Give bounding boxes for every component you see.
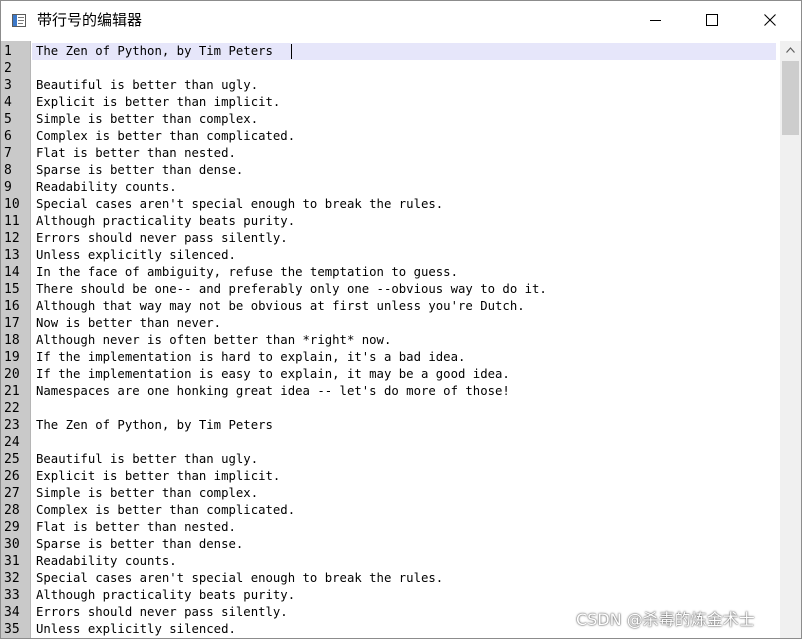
- line-number: 25: [4, 452, 20, 467]
- line-number-gutter: 1 2 3 4 5 6 7 8 9 10 11 12 13 14 15 16 17 18 19 20 21 22 23 24 2…: [1, 41, 31, 638]
- maximize-icon: [706, 14, 718, 26]
- line-number: 2: [4, 61, 12, 76]
- line-number: 5: [4, 112, 12, 127]
- line-number: 12: [4, 231, 20, 246]
- title-bar[interactable]: 带行号的编辑器: [1, 1, 801, 39]
- line-number: 14: [4, 265, 20, 280]
- line-number: 29: [4, 520, 20, 535]
- line-number: 3: [4, 78, 12, 93]
- code-line[interactable]: Beautiful is better than ugly.: [36, 77, 258, 94]
- code-line[interactable]: In the face of ambiguity, refuse the tem…: [36, 264, 458, 281]
- line-number: 7: [4, 146, 12, 161]
- code-line[interactable]: If the implementation is hard to explain…: [36, 349, 465, 366]
- line-number: 16: [4, 299, 20, 314]
- line-number: 24: [4, 435, 20, 450]
- code-line[interactable]: Now is better than never.: [36, 315, 221, 332]
- minimize-icon: [650, 20, 661, 21]
- line-number: 20: [4, 367, 20, 382]
- line-number: 9: [4, 180, 12, 195]
- line-number: 30: [4, 537, 20, 552]
- watermark: CSDN @杀毒的炼金术士: [576, 610, 755, 629]
- code-line[interactable]: Complex is better than complicated.: [36, 128, 295, 145]
- code-line[interactable]: Errors should never pass silently.: [36, 604, 288, 621]
- code-line[interactable]: There should be one-- and preferably onl…: [36, 281, 547, 298]
- vertical-scrollbar[interactable]: [780, 41, 801, 638]
- line-number: 22: [4, 401, 20, 416]
- line-number: 6: [4, 129, 12, 144]
- code-line[interactable]: Special cases aren't special enough to b…: [36, 196, 443, 213]
- code-line[interactable]: Readability counts.: [36, 553, 177, 570]
- code-line[interactable]: Beautiful is better than ugly.: [36, 451, 258, 468]
- line-number: 33: [4, 588, 20, 603]
- line-number: 10: [4, 197, 20, 212]
- editor-window: 带行号的编辑器 1 2 3 4 5 6 7 8 9 10 11 12 13 14 15 16 17 18 19 20 2…: [0, 0, 802, 639]
- line-number: 21: [4, 384, 20, 399]
- code-line[interactable]: Namespaces are one honking great idea --…: [36, 383, 510, 400]
- line-number: 32: [4, 571, 20, 586]
- minimize-button[interactable]: [633, 1, 679, 39]
- chevron-up-icon: [786, 47, 795, 53]
- code-line[interactable]: Readability counts.: [36, 179, 177, 196]
- line-number: 34: [4, 605, 20, 620]
- code-line[interactable]: Although practicality beats purity.: [36, 213, 295, 230]
- code-line[interactable]: The Zen of Python, by Tim Peters: [36, 43, 273, 60]
- code-line[interactable]: Flat is better than nested.: [36, 145, 236, 162]
- window-title: 带行号的编辑器: [37, 11, 143, 29]
- line-number: 15: [4, 282, 20, 297]
- line-number: 19: [4, 350, 20, 365]
- app-window-icon: [12, 12, 26, 27]
- line-number: 1: [4, 44, 12, 59]
- code-line[interactable]: Sparse is better than dense.: [36, 536, 243, 553]
- text-caret: [291, 44, 292, 59]
- code-line[interactable]: Simple is better than complex.: [36, 111, 258, 128]
- line-number: 18: [4, 333, 20, 348]
- line-number: 27: [4, 486, 20, 501]
- close-button[interactable]: [747, 1, 793, 39]
- scroll-up-button[interactable]: [780, 41, 801, 59]
- close-icon: [764, 14, 776, 26]
- code-line[interactable]: Although practicality beats purity.: [36, 587, 295, 604]
- line-number: 35: [4, 622, 20, 637]
- text-area[interactable]: The Zen of Python, by Tim Peters Beautifu…: [36, 43, 776, 638]
- line-number: 26: [4, 469, 20, 484]
- code-line[interactable]: Sparse is better than dense.: [36, 162, 243, 179]
- code-line[interactable]: Explicit is better than implicit.: [36, 94, 280, 111]
- code-line[interactable]: Flat is better than nested.: [36, 519, 236, 536]
- code-line[interactable]: Complex is better than complicated.: [36, 502, 295, 519]
- line-number: 8: [4, 163, 12, 178]
- line-number: 4: [4, 95, 12, 110]
- code-line[interactable]: Unless explicitly silenced.: [36, 621, 236, 638]
- code-line[interactable]: Special cases aren't special enough to b…: [36, 570, 443, 587]
- code-line[interactable]: The Zen of Python, by Tim Peters: [36, 417, 273, 434]
- line-number: 13: [4, 248, 20, 263]
- line-number: 17: [4, 316, 20, 331]
- code-line[interactable]: If the implementation is easy to explain…: [36, 366, 510, 383]
- code-line[interactable]: Errors should never pass silently.: [36, 230, 288, 247]
- code-line[interactable]: Explicit is better than implicit.: [36, 468, 280, 485]
- code-line[interactable]: Unless explicitly silenced.: [36, 247, 236, 264]
- code-line[interactable]: Although never is often better than *rig…: [36, 332, 391, 349]
- code-line[interactable]: Although that way may not be obvious at …: [36, 298, 525, 315]
- maximize-button[interactable]: [689, 1, 735, 39]
- line-number: 31: [4, 554, 20, 569]
- text-editor[interactable]: 1 2 3 4 5 6 7 8 9 10 11 12 13 14 15 16 17 18 19 20 21 22 23 24 2…: [1, 41, 801, 638]
- line-number: 11: [4, 214, 20, 229]
- scroll-thumb[interactable]: [782, 61, 799, 135]
- code-line[interactable]: Simple is better than complex.: [36, 485, 258, 502]
- line-number: 28: [4, 503, 20, 518]
- line-number: 23: [4, 418, 20, 433]
